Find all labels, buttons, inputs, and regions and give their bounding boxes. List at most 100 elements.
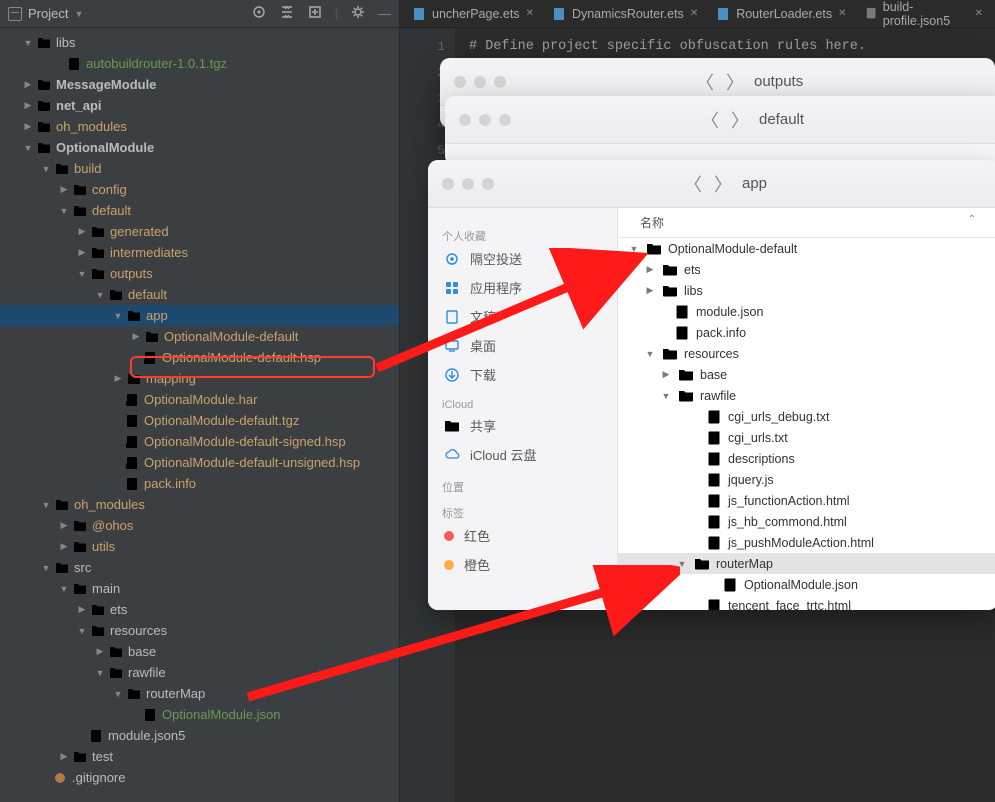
close-icon[interactable]: ✕: [838, 8, 846, 19]
tree-folder-routermap[interactable]: ▼routerMap: [0, 683, 399, 704]
max-dot-icon[interactable]: [494, 76, 506, 88]
tree-file-har[interactable]: OptionalModule.har: [0, 389, 399, 410]
nav-forward-icon[interactable]: 〉: [714, 171, 732, 197]
tree-file-optmodule-json[interactable]: OptionalModule.json: [0, 704, 399, 725]
list-item[interactable]: ▶libs: [618, 280, 995, 301]
nav-back-icon[interactable]: 〈: [684, 171, 702, 197]
sidebar-item-desktop[interactable]: 桌面: [442, 331, 603, 360]
sidebar-item-downloads[interactable]: 下载: [442, 360, 603, 389]
locate-icon[interactable]: [251, 4, 267, 23]
tree-folder-default[interactable]: ▼default: [0, 200, 399, 221]
list-item[interactable]: pack.info: [618, 322, 995, 343]
max-dot-icon[interactable]: [482, 178, 494, 190]
list-item[interactable]: js_pushModuleAction.html: [618, 532, 995, 553]
nav-back-icon[interactable]: 〈: [696, 69, 714, 95]
tree-folder-config[interactable]: ▶config: [0, 179, 399, 200]
list-item[interactable]: cgi_urls_debug.txt: [618, 406, 995, 427]
project-label[interactable]: Project: [28, 6, 68, 21]
close-icon[interactable]: ✕: [975, 8, 983, 19]
tree-file-unsigned-hsp[interactable]: OptionalModule-default-unsigned.hsp: [0, 452, 399, 473]
editor-tab[interactable]: RouterLoader.ets✕: [708, 0, 854, 27]
traffic-lights[interactable]: [459, 114, 511, 126]
tree-file-signed-hsp[interactable]: OptionalModule-default-signed.hsp: [0, 431, 399, 452]
list-header[interactable]: 名称⌃: [618, 208, 995, 238]
list-item[interactable]: js_functionAction.html: [618, 490, 995, 511]
list-item[interactable]: module.json: [618, 301, 995, 322]
tree-module-optional[interactable]: ▼OptionalModule: [0, 137, 399, 158]
tree-folder-src[interactable]: ▼src: [0, 557, 399, 578]
list-item[interactable]: jquery.js: [618, 469, 995, 490]
close-dot-icon[interactable]: [442, 178, 454, 190]
sidebar-item-shared[interactable]: 共享: [442, 411, 603, 440]
tree-folder-ohmodules[interactable]: ▼oh_modules: [0, 494, 399, 515]
tree-folder-intermediates[interactable]: ▶intermediates: [0, 242, 399, 263]
close-dot-icon[interactable]: [454, 76, 466, 88]
finder-window-default[interactable]: 〈〉 default: [445, 96, 995, 166]
tree-folder-app[interactable]: ▼app: [0, 305, 399, 326]
sort-icon[interactable]: ⌃: [968, 214, 976, 231]
tree-folder-libs[interactable]: ▼libs: [0, 32, 399, 53]
tree-folder-outputs[interactable]: ▼outputs: [0, 263, 399, 284]
sidebar-item-airdrop[interactable]: 隔空投送: [442, 244, 603, 273]
finder-titlebar[interactable]: 〈〉 default: [445, 96, 995, 144]
tree-folder-ohmodules-top[interactable]: ▶oh_modules: [0, 116, 399, 137]
list-item[interactable]: ▼routerMap: [618, 553, 995, 574]
collapse-all-icon[interactable]: [307, 4, 323, 23]
tree-folder-ets[interactable]: ▶ets: [0, 599, 399, 620]
tree-folder-mapping[interactable]: ▶mapping: [0, 368, 399, 389]
tree-folder-test[interactable]: ▶test: [0, 746, 399, 767]
list-item[interactable]: tencent_face_trtc.html: [618, 595, 995, 610]
close-dot-icon[interactable]: [459, 114, 471, 126]
sidebar-item-apps[interactable]: 应用程序: [442, 273, 603, 302]
close-icon[interactable]: ✕: [526, 8, 534, 19]
sidebar-tag-red[interactable]: 红色: [442, 521, 603, 550]
tree-folder-utils[interactable]: ▶utils: [0, 536, 399, 557]
nav-back-icon[interactable]: 〈: [701, 107, 719, 133]
tree-module-message[interactable]: ▶MessageModule: [0, 74, 399, 95]
list-item[interactable]: ▼rawfile: [618, 385, 995, 406]
dropdown-icon[interactable]: ▼: [74, 9, 83, 19]
tree-file-optdefault-hsp[interactable]: OptionalModule-default.hsp: [0, 347, 399, 368]
list-item[interactable]: ▼OptionalModule-default: [618, 238, 995, 259]
max-dot-icon[interactable]: [499, 114, 511, 126]
settings-icon[interactable]: [350, 4, 366, 23]
list-item[interactable]: ▶ets: [618, 259, 995, 280]
nav-forward-icon[interactable]: 〉: [726, 69, 744, 95]
min-dot-icon[interactable]: [474, 76, 486, 88]
tree-folder-ohos[interactable]: ▶@ohos: [0, 515, 399, 536]
tree-folder-optdefault[interactable]: ▶OptionalModule-default: [0, 326, 399, 347]
hide-icon[interactable]: —: [378, 6, 391, 21]
finder-list[interactable]: 名称⌃ ▼OptionalModule-default ▶ets ▶libs m…: [618, 208, 995, 610]
tree-folder-default2[interactable]: ▼default: [0, 284, 399, 305]
expand-all-icon[interactable]: [279, 4, 295, 23]
list-item[interactable]: ▶base: [618, 364, 995, 385]
sidebar-item-icloud[interactable]: iCloud 云盘: [442, 440, 603, 469]
nav-forward-icon[interactable]: 〉: [731, 107, 749, 133]
tree-folder-rawfile[interactable]: ▼rawfile: [0, 662, 399, 683]
tree-folder-base[interactable]: ▶base: [0, 641, 399, 662]
sidebar-tag-orange[interactable]: 橙色: [442, 550, 603, 579]
tree-file-tgz[interactable]: OptionalModule-default.tgz: [0, 410, 399, 431]
min-dot-icon[interactable]: [479, 114, 491, 126]
tree-file-autobuild[interactable]: autobuildrouter-1.0.1.tgz: [0, 53, 399, 74]
list-item[interactable]: js_hb_commond.html: [618, 511, 995, 532]
editor-tab[interactable]: DynamicsRouter.ets✕: [544, 0, 706, 27]
col-header-name[interactable]: 名称: [640, 214, 968, 231]
tree-file-module-json5[interactable]: module.json5: [0, 725, 399, 746]
tree-file-packinfo[interactable]: pack.info: [0, 473, 399, 494]
close-icon[interactable]: ✕: [690, 8, 698, 19]
tree-folder-main[interactable]: ▼main: [0, 578, 399, 599]
traffic-lights[interactable]: [442, 178, 494, 190]
tree-folder-build[interactable]: ▼build: [0, 158, 399, 179]
list-item[interactable]: descriptions: [618, 448, 995, 469]
project-tree[interactable]: ▼libs autobuildrouter-1.0.1.tgz ▶Message…: [0, 28, 399, 802]
editor-tab[interactable]: uncherPage.ets✕: [404, 0, 542, 27]
list-item[interactable]: cgi_urls.txt: [618, 427, 995, 448]
finder-titlebar[interactable]: 〈〉 app: [428, 160, 995, 208]
sidebar-item-docs[interactable]: 文稿: [442, 302, 603, 331]
tree-file-gitignore[interactable]: .gitignore: [0, 767, 399, 788]
editor-tab[interactable]: build-profile.json5✕: [857, 0, 992, 27]
finder-window-app[interactable]: 〈〉 app 个人收藏 隔空投送 应用程序 文稿 桌面 下载 iCloud 共享…: [428, 160, 995, 610]
tree-folder-resources[interactable]: ▼resources: [0, 620, 399, 641]
tree-module-netapi[interactable]: ▶net_api: [0, 95, 399, 116]
